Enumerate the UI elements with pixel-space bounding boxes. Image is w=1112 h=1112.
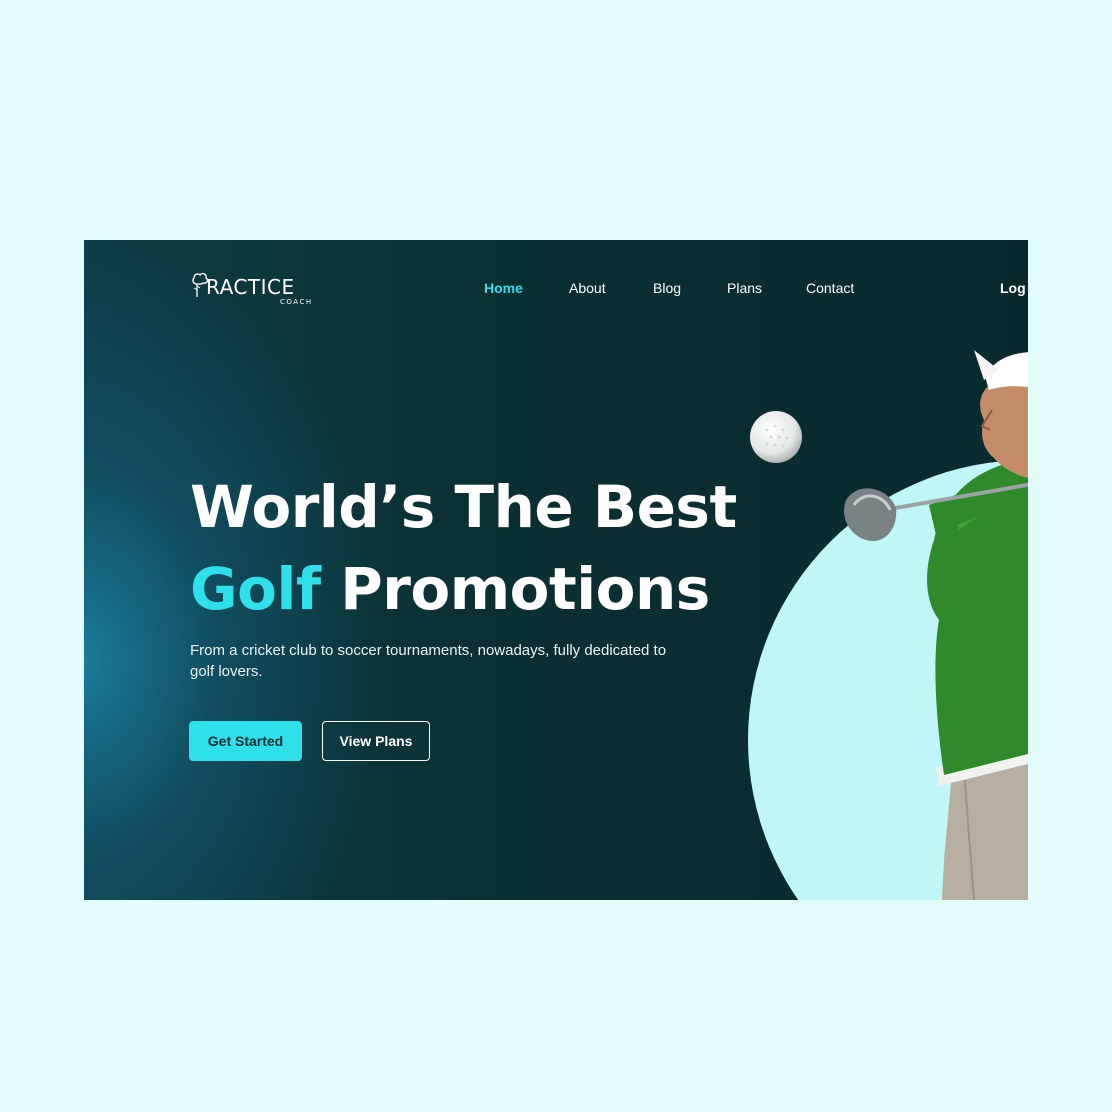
hero-description: From a cricket club to soccer tournament… <box>190 642 667 680</box>
golf-ball-icon <box>750 411 802 463</box>
headline-accent-word: Golf <box>190 555 321 623</box>
nav-item-contact[interactable]: Contact <box>806 280 854 296</box>
view-plans-button[interactable]: View Plans <box>322 721 430 761</box>
headline-line-1: World’s The Best <box>190 473 737 541</box>
login-link[interactable]: Log i <box>1000 280 1028 296</box>
nav-item-blog[interactable]: Blog <box>653 280 681 296</box>
main-nav: Home About Blog Plans Contact Log i <box>84 280 1028 300</box>
nav-item-about[interactable]: About <box>569 280 606 296</box>
nav-item-plans[interactable]: Plans <box>727 280 762 296</box>
golfer-illustration <box>844 350 1028 900</box>
nav-item-home[interactable]: Home <box>484 280 523 296</box>
get-started-button[interactable]: Get Started <box>189 721 302 761</box>
hero-headline: World’s The Best Golf Promotions <box>190 466 750 630</box>
landing-page-frame: RACTICE COACH Home About Blog Plans Cont… <box>84 240 1028 900</box>
headline-line-2: Promotions <box>320 555 710 623</box>
